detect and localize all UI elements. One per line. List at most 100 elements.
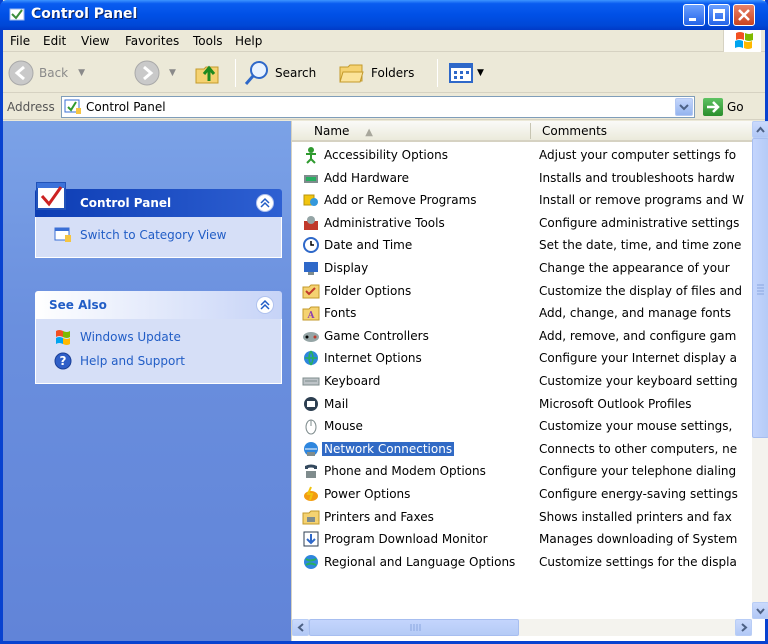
views-dropdown-icon[interactable]: ▼ [477,68,484,78]
search-button[interactable]: Search [243,58,316,88]
list-item[interactable]: Power Options Configure energy-saving set… [292,483,752,506]
item-name-cell[interactable]: Add Hardware [302,169,411,187]
folders-button[interactable]: Folders [337,58,414,88]
back-button[interactable]: Back ▼ [7,58,85,88]
list-item[interactable]: Game Controllers Add, remove, and configu… [292,325,752,348]
title-bar[interactable]: Control Panel [0,0,768,30]
item-name-cell[interactable]: Program Download Monitor [302,530,490,548]
item-name-cell[interactable]: Game Controllers [302,327,431,345]
item-name-cell[interactable]: Regional and Language Options [302,553,517,571]
help-and-support-link[interactable]: ? Help and Support [36,349,281,373]
menu-view[interactable]: View [81,34,109,48]
list-item[interactable]: Mouse Customize your mouse settings, [292,415,752,438]
column-divider[interactable] [530,123,531,139]
item-name-cell[interactable]: Administrative Tools [302,214,447,232]
printer-icon [302,508,320,526]
collapse-chevron-icon[interactable] [256,194,274,212]
menu-edit[interactable]: Edit [43,34,66,48]
item-name-cell[interactable]: Accessibility Options [302,146,450,164]
list-item[interactable]: Program Download Monitor Manages download… [292,528,752,551]
phone-icon [302,462,320,480]
item-name-cell[interactable]: Network Connections [302,440,455,458]
list-item[interactable]: Mail Microsoft Outlook Profiles [292,393,752,416]
list-item[interactable]: Keyboard Customize your keyboard setting [292,370,752,393]
item-comment: Microsoft Outlook Profiles [539,396,692,411]
menu-file[interactable]: File [10,34,30,48]
go-button[interactable]: Go [703,98,744,116]
scroll-thumb[interactable] [752,138,768,438]
list-item[interactable]: Accessibility Options Adjust your compute… [292,144,752,167]
list-item[interactable]: A Fonts Add, change, and manage fonts [292,302,752,325]
item-comment: Customize your mouse settings, [539,419,733,434]
list-item[interactable]: Internet Options Configure your Internet … [292,347,752,370]
windows-update-link[interactable]: Windows Update [36,325,281,349]
item-name-cell[interactable]: Display [302,259,370,277]
accessibility-icon [302,146,320,164]
forward-dropdown-icon[interactable]: ▼ [169,68,176,78]
item-name-cell[interactable]: Keyboard [302,372,382,390]
see-also-header[interactable]: See Also [35,291,282,319]
item-name-cell[interactable]: Internet Options [302,349,424,367]
vertical-scrollbar[interactable] [752,121,768,619]
item-name: Accessibility Options [324,148,448,162]
maximize-button[interactable] [708,4,730,26]
control-panel-panel-header[interactable]: Control Panel [35,182,282,217]
views-button[interactable]: ▼ [447,58,484,88]
item-comment: Add, change, and manage fonts [539,306,731,321]
column-header-name[interactable]: Name ▲ [314,124,373,138]
item-name-cell[interactable]: A Fonts [302,304,358,322]
list-rows: Accessibility Options Adjust your compute… [292,144,752,573]
item-name-cell[interactable]: Printers and Faxes [302,508,436,526]
up-folder-button[interactable] [193,58,223,88]
horizontal-scroll-thumb[interactable] [309,619,519,636]
list-item[interactable]: Add Hardware Installs and troubleshoots h… [292,167,752,190]
item-name-cell[interactable]: Mail [302,395,350,413]
menu-tools[interactable]: Tools [193,34,223,48]
go-arrow-icon [703,98,723,116]
collapse-chevron-icon[interactable] [256,296,274,314]
menu-help[interactable]: Help [235,34,262,48]
item-name-cell[interactable]: Mouse [302,417,365,435]
forward-button[interactable]: ▼ [133,58,176,88]
list-item[interactable]: Add or Remove Programs Install or remove … [292,189,752,212]
list-header: Name ▲ Comments [292,121,752,142]
address-input[interactable]: Control Panel [61,96,695,118]
address-dropdown-icon[interactable] [675,98,693,116]
list-item[interactable]: Display Change the appearance of your [292,257,752,280]
item-comment: Manages downloading of System [539,532,738,547]
back-dropdown-icon[interactable]: ▼ [78,68,85,78]
horizontal-scrollbar[interactable] [292,619,752,636]
item-comment: Configure energy-saving settings [539,486,738,501]
scroll-right-button[interactable] [735,619,752,636]
item-comment: Connects to other computers, ne [539,441,738,456]
item-comment: Customize your keyboard setting [539,373,738,388]
item-name: Program Download Monitor [324,532,488,547]
list-item[interactable]: Regional and Language Options Customize s… [292,551,752,574]
list-item[interactable]: Phone and Modem Options Configure your te… [292,460,752,483]
close-button[interactable] [733,4,755,26]
standard-toolbar: Back ▼ ▼ Search Folders ▼ [3,53,765,93]
item-name-cell[interactable]: Date and Time [302,236,414,254]
scroll-left-button[interactable] [292,619,309,636]
list-item[interactable]: Printers and Faxes Shows installed printe… [292,506,752,529]
item-comment: Add, remove, and configure gam [539,328,737,343]
list-item[interactable]: Folder Options Customize the display of f… [292,280,752,303]
list-item[interactable]: Administrative Tools Configure administra… [292,212,752,235]
switch-to-category-view-link[interactable]: Switch to Category View [36,223,281,247]
item-name-cell[interactable]: Phone and Modem Options [302,462,488,480]
column-header-comments[interactable]: Comments [542,124,607,138]
list-item[interactable]: Network Connections Connects to other com… [292,438,752,461]
item-name: Regional and Language Options [324,554,516,569]
scroll-down-button[interactable] [752,602,768,619]
item-name: Add or Remove Programs [324,193,477,208]
display-icon [302,259,320,277]
item-name-cell[interactable]: Add or Remove Programs [302,191,479,209]
list-item[interactable]: Date and Time Set the date, time, and tim… [292,234,752,257]
minimize-button[interactable] [683,4,705,26]
menu-favorites[interactable]: Favorites [125,34,179,48]
fonts-folder-icon: A [302,304,320,322]
folders-label: Folders [371,66,415,80]
scroll-up-button[interactable] [752,121,768,138]
item-name-cell[interactable]: Power Options [302,485,412,503]
item-name-cell[interactable]: Folder Options [302,282,413,300]
